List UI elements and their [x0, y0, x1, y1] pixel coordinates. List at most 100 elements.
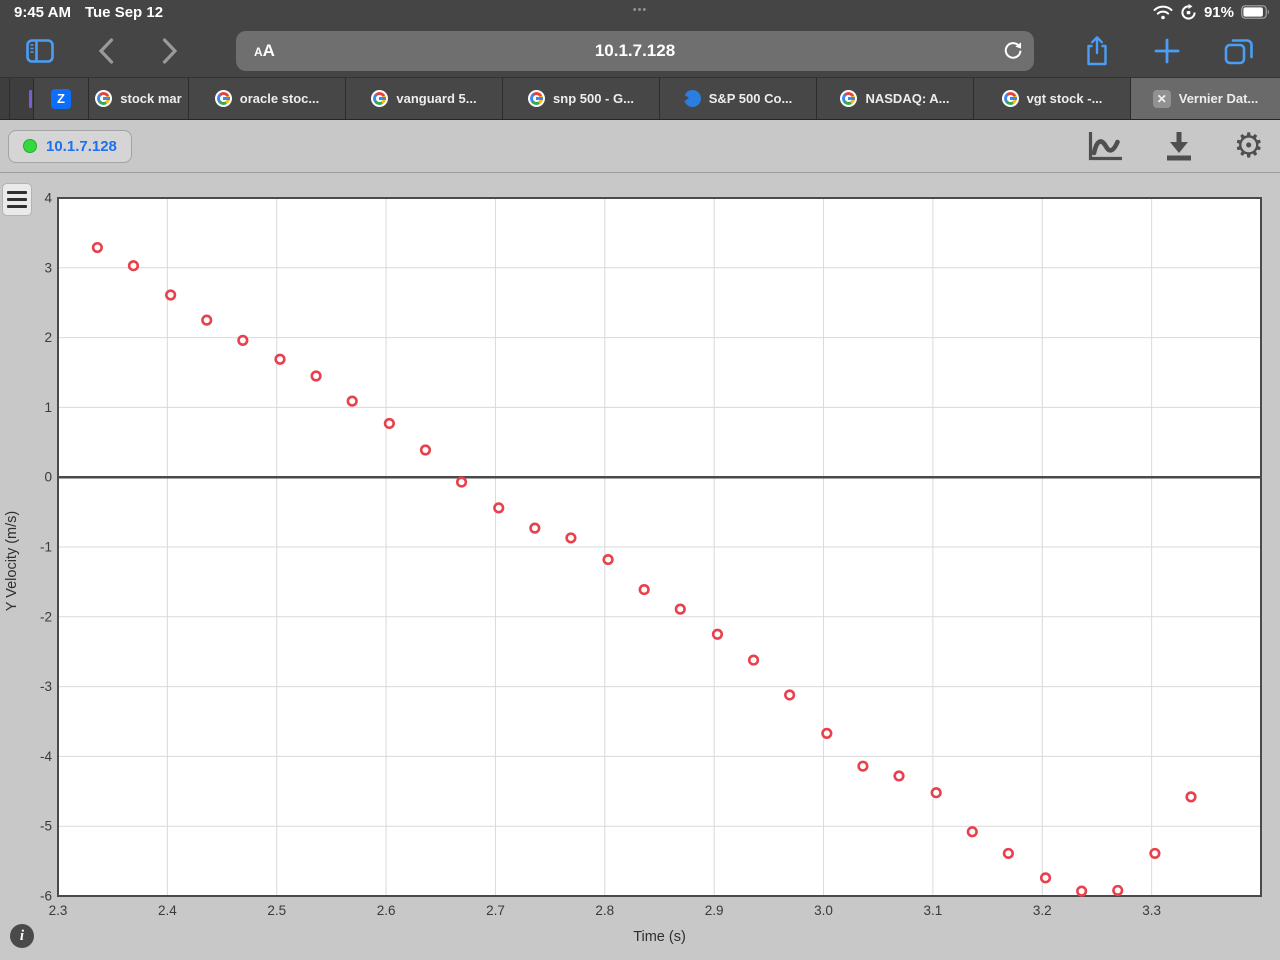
graph-options-button[interactable] — [1086, 126, 1124, 166]
velocity-data-point — [127, 260, 140, 272]
velocity-data-point — [91, 241, 103, 254]
sidebar-toggle-button[interactable] — [26, 38, 54, 63]
tab-vgt-stock[interactable]: vgt stock -... — [974, 78, 1131, 119]
y-tick-label: -4 — [40, 749, 52, 764]
velocity-data-point — [455, 476, 468, 488]
x-tick-label: 2.4 — [158, 903, 177, 918]
y-tick-label: 4 — [44, 191, 52, 206]
tab-s-p-500-co[interactable]: S&P 500 Co... — [660, 78, 817, 119]
x-tick-label: 2.8 — [595, 903, 614, 918]
address-bar[interactable]: AA 10.1.7.128 — [236, 30, 1034, 71]
hamburger-icon — [7, 190, 27, 195]
tab-zillow[interactable]: Z — [34, 78, 89, 119]
x-axis-title: Time (s) — [633, 929, 686, 945]
tab-overview-button[interactable] — [1224, 37, 1254, 65]
tab-label: oracle stoc... — [239, 91, 320, 106]
y-tick-label: -3 — [40, 679, 52, 694]
share-button[interactable] — [1084, 35, 1110, 67]
tab-snp-500-g[interactable]: snp 500 - G... — [503, 78, 660, 119]
tab-vernier-dat[interactable]: ✕ Vernier Dat... — [1131, 78, 1280, 119]
sp500-favicon — [682, 90, 701, 107]
velocity-data-point — [674, 603, 686, 615]
velocity-data-point — [1185, 791, 1197, 803]
clipped-tab[interactable] — [0, 78, 10, 119]
tab-label: Vernier Dat... — [1178, 91, 1259, 106]
connection-address: 10.1.7.128 — [46, 137, 117, 155]
velocity-data-point — [602, 553, 614, 566]
browser-toolbar: AA 10.1.7.128 — [0, 24, 1280, 78]
reload-button[interactable] — [998, 36, 1028, 66]
velocity-data-point — [237, 334, 249, 346]
google-favicon — [840, 90, 858, 107]
close-tab-icon[interactable]: ✕ — [1152, 89, 1171, 108]
google-favicon — [214, 90, 232, 107]
settings-button[interactable]: ⚙ — [1234, 126, 1264, 166]
velocity-data-point — [711, 628, 724, 640]
velocity-data-point — [201, 314, 213, 326]
velocity-data-point — [784, 689, 796, 701]
graph-icon — [1088, 131, 1122, 160]
new-tab-button[interactable] — [1154, 38, 1180, 64]
zillow-favicon: Z — [51, 88, 71, 109]
google-favicon — [528, 90, 546, 107]
x-tick-label: 2.5 — [267, 903, 286, 918]
x-tick-label: 2.7 — [486, 903, 505, 918]
velocity-data-point — [857, 760, 869, 772]
velocity-data-point — [383, 417, 395, 430]
tab-label: snp 500 - G... — [553, 91, 634, 106]
info-button[interactable]: i — [10, 924, 34, 948]
y-tick-label: 2 — [44, 330, 52, 345]
y-tick-label: 0 — [44, 470, 52, 485]
velocity-data-point — [930, 787, 942, 799]
google-favicon — [371, 90, 389, 107]
forward-button[interactable] — [162, 37, 178, 64]
velocity-time-chart: 2.3 2.4 2.5 2.6 2.7 2.8 2.9 3.0 3.1 3.2 3.3 4 3 2 1 0 -1… — [4, 191, 1262, 945]
velocity-data-point — [565, 532, 577, 544]
y-axis-title: Y Velocity (m/s) — [4, 511, 20, 611]
velocity-data-point — [893, 770, 905, 782]
tabs-icon — [1224, 38, 1253, 64]
sidebar-icon — [26, 38, 54, 63]
tab-stock-mar[interactable]: stock mar — [89, 78, 189, 119]
velocity-data-point — [638, 583, 650, 596]
connection-button[interactable]: 10.1.7.128 — [8, 129, 132, 163]
velocity-data-point — [821, 727, 833, 739]
x-tick-label: 3.0 — [814, 903, 833, 918]
tab-label: stock mar — [120, 91, 182, 106]
tab-oracle-stoc[interactable]: oracle stoc... — [189, 78, 346, 119]
google-favicon — [1001, 90, 1019, 107]
velocity-data-point — [529, 522, 541, 534]
multitasking-handle[interactable]: ••• — [0, 4, 1280, 16]
tab-label: vanguard 5... — [396, 91, 477, 106]
reload-icon — [1004, 41, 1022, 59]
clipped-favicon — [29, 89, 32, 108]
x-tick-label: 2.9 — [705, 903, 724, 918]
y-tick-label: -2 — [40, 609, 52, 624]
export-button[interactable] — [1162, 126, 1196, 166]
velocity-data-point — [966, 826, 978, 838]
velocity-data-point — [1112, 884, 1124, 897]
back-button[interactable] — [98, 37, 114, 64]
chart-menu-button[interactable] — [2, 183, 32, 216]
x-tick-label: 2.3 — [49, 903, 68, 918]
y-tick-label: -5 — [40, 819, 52, 834]
back-chevron-icon — [98, 37, 114, 64]
velocity-data-point — [165, 289, 177, 301]
tab-nasdaq-a[interactable]: NASDAQ: A... — [817, 78, 974, 119]
y-tick-label: -1 — [40, 540, 52, 555]
share-icon — [1087, 35, 1107, 65]
velocity-data-point — [1076, 885, 1088, 897]
forward-chevron-icon — [162, 37, 178, 64]
url-text: 10.1.7.128 — [594, 40, 676, 60]
y-tick-label: 1 — [44, 400, 52, 415]
tab-label: NASDAQ: A... — [865, 91, 950, 106]
velocity-data-point — [310, 370, 322, 382]
tab-vanguard-5[interactable]: vanguard 5... — [346, 78, 503, 119]
velocity-data-point — [419, 444, 432, 456]
velocity-data-point — [274, 353, 286, 365]
velocity-data-point — [1002, 847, 1014, 860]
info-icon: i — [19, 927, 25, 944]
chart-region: 2.3 2.4 2.5 2.6 2.7 2.8 2.9 3.0 3.1 3.2 3.3 4 3 2 1 0 -1… — [0, 173, 1280, 960]
x-tick-label: 3.3 — [1142, 903, 1161, 918]
clipped-tab[interactable] — [10, 78, 34, 119]
